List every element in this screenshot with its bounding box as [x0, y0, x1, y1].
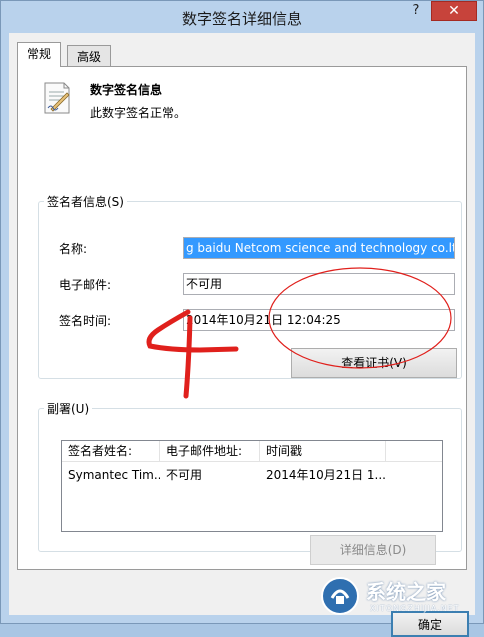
signer-info-legend: 签名者信息(S) — [47, 195, 124, 209]
tab-advanced[interactable]: 高级 — [67, 45, 112, 67]
tab-panel-general: 数字签名信息 此数字签名正常。 签名者信息(S) 名称: g baidu Net… — [17, 66, 467, 570]
countersignature-legend: 副署(U) — [47, 402, 90, 416]
title-bar[interactable]: 数字签名详细信息 ? ✕ — [1, 1, 483, 33]
info-title: 数字签名信息 — [90, 83, 163, 97]
cell-signer-name: Symantec Tim... — [68, 468, 160, 482]
watermark-logo-icon — [321, 577, 359, 615]
info-status: 此数字签名正常。 — [90, 106, 187, 120]
certificate-icon — [44, 82, 70, 114]
email-field[interactable]: 不可用 — [183, 273, 455, 295]
name-field[interactable]: g baidu Netcom science and technology co… — [183, 237, 455, 259]
email-label: 电子邮件: — [59, 278, 112, 292]
view-certificate-button[interactable]: 查看证书(V) — [291, 348, 457, 378]
dialog-window: 数字签名详细信息 ? ✕ 常规 高级 数字签名信息 此数字签名正常。 签名者信息… — [0, 0, 484, 637]
close-button[interactable]: ✕ — [431, 1, 477, 21]
column-header-email[interactable]: 电子邮件地址: — [160, 441, 260, 461]
list-header: 签名者姓名: 电子邮件地址: 时间戳 — [62, 441, 442, 462]
tab-general[interactable]: 常规 — [17, 42, 62, 67]
cell-timestamp: 2014年10月21日 1... — [266, 468, 386, 482]
dialog-client: 常规 高级 数字签名信息 此数字签名正常。 签名者信息(S) 名称: g bai… — [9, 33, 475, 637]
details-button[interactable]: 详细信息(D) — [310, 535, 436, 565]
countersignature-list[interactable]: 签名者姓名: 电子邮件地址: 时间戳 Symantec Tim... 不可用 2… — [61, 440, 443, 532]
signing-time-field[interactable]: 2014年10月21日 12:04:25 — [183, 309, 455, 331]
name-label: 名称: — [59, 242, 88, 256]
watermark: 系统之家 XITONGZHIJIA.NET — [318, 574, 478, 620]
watermark-text: 系统之家 — [366, 580, 446, 604]
watermark-subtext: XITONGZHIJIA.NET — [370, 604, 460, 613]
cell-email: 不可用 — [166, 468, 203, 482]
help-button[interactable]: ? — [405, 3, 427, 21]
countersignature-group: 副署(U) 签名者姓名: 电子邮件地址: 时间戳 Symantec Tim...… — [38, 400, 462, 552]
signing-time-label: 签名时间: — [59, 314, 112, 328]
column-header-timestamp[interactable]: 时间戳 — [260, 441, 386, 461]
column-header-signer-name[interactable]: 签名者姓名: — [62, 441, 160, 461]
signer-info-group: 签名者信息(S) 名称: g baidu Netcom science and … — [38, 193, 462, 379]
table-row[interactable]: Symantec Tim... 不可用 2014年10月21日 1... — [62, 466, 442, 484]
